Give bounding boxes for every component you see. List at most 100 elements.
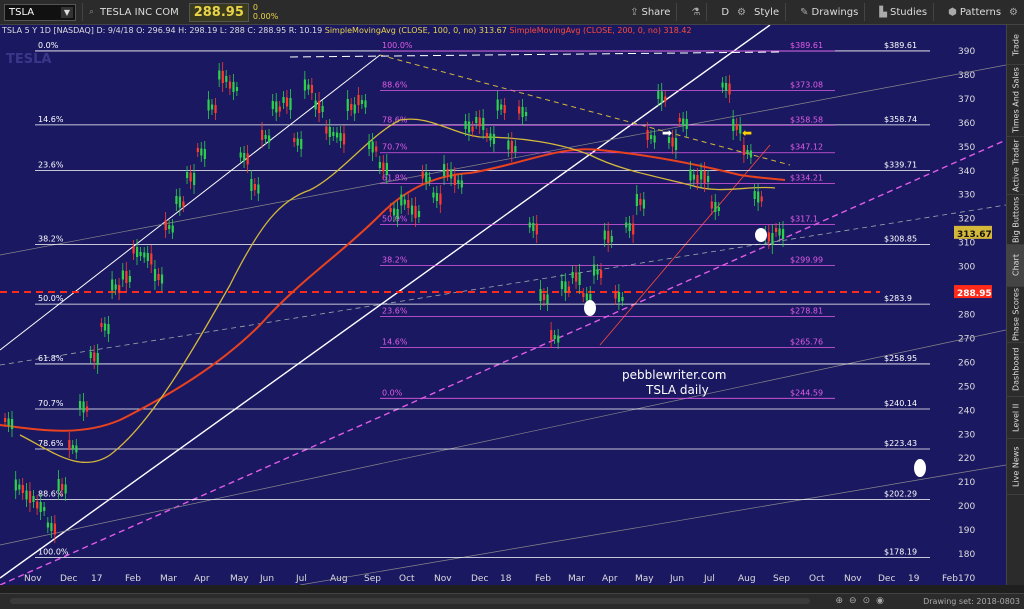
fib-level-price: $373.08	[790, 81, 823, 90]
trendline	[0, 54, 381, 351]
settings-button[interactable]: ⚙	[1009, 7, 1018, 18]
zoom-out-icon[interactable]: ⊖	[849, 596, 857, 606]
chart-canvas[interactable]: TESLA39038037036035034033032031030029028…	[0, 24, 1007, 586]
candle-body	[57, 479, 60, 491]
trendline	[0, 64, 1007, 256]
price-chart[interactable]: TESLA39038037036035034033032031030029028…	[0, 24, 1007, 586]
candle-body	[742, 145, 746, 155]
candle-body	[732, 119, 735, 131]
candle-body	[157, 274, 160, 280]
candle-body	[496, 99, 499, 111]
tab-chart[interactable]: Chart	[1007, 245, 1024, 287]
chart-symbol-period: TSLA 5 Y 1D [NASDAQ]	[2, 26, 94, 35]
tab-times-and-sales[interactable]: Times And Sales	[1007, 65, 1024, 137]
style-label: Style	[753, 6, 780, 18]
fib-level-pct: 38.2%	[38, 234, 64, 243]
zoom-in-icon[interactable]: ⊕	[836, 596, 844, 606]
x-tick-label: 19	[908, 574, 920, 584]
x-tick-label: Jun	[259, 574, 274, 584]
period-label: D	[721, 6, 730, 18]
symbol-input[interactable]: TSLA ▼	[4, 3, 76, 21]
divider	[676, 3, 678, 21]
tab-active-trader[interactable]: Active Trader	[1007, 137, 1024, 195]
tab-big-buttons[interactable]: Big Buttons	[1007, 195, 1024, 245]
tab-live-news[interactable]: Live News	[1007, 439, 1024, 495]
trendline	[299, 464, 1007, 586]
candle-body	[753, 191, 756, 199]
candle-body	[307, 84, 310, 90]
studies-button[interactable]: ▙ Studies	[879, 7, 927, 18]
patterns-label: Patterns	[959, 6, 1002, 18]
x-tick-label: Feb	[535, 574, 551, 584]
candle-body	[61, 484, 64, 490]
fib-level-pct: 70.7%	[38, 399, 64, 408]
candle-body	[582, 293, 585, 297]
candle-body	[11, 419, 14, 429]
candle-body	[525, 112, 528, 116]
chevron-down-icon[interactable]: ▼	[61, 6, 73, 18]
tab-dashboard[interactable]: Dashboard	[1007, 343, 1024, 397]
candle-body	[232, 82, 235, 92]
company-name: TESLA INC COM	[100, 6, 179, 18]
candle-body	[553, 335, 556, 339]
share-button[interactable]: ⇪ Share	[630, 7, 670, 18]
candle-body	[625, 222, 628, 228]
tab-phase-scores[interactable]: Phase Scores	[1007, 287, 1024, 343]
tab-level-ii[interactable]: Level II	[1007, 397, 1024, 439]
candle-body	[50, 523, 53, 531]
candle-body	[571, 272, 574, 278]
y-tick-label: 390	[958, 47, 975, 57]
candle-body	[257, 184, 260, 194]
candle-body	[360, 100, 364, 104]
x-tick-label: Apr	[194, 574, 210, 584]
candle-body	[7, 418, 10, 426]
candle-body	[18, 484, 21, 490]
change-pct: 0.00%	[252, 12, 279, 21]
right-panel-tabs: Trade Times And Sales Active Trader Big But…	[1006, 25, 1024, 585]
period-button[interactable]: D	[721, 7, 729, 18]
fib-level-price: $347.12	[790, 143, 823, 152]
drawings-button[interactable]: ✎ Drawings	[800, 7, 858, 18]
camera-icon[interactable]: ◉	[876, 596, 884, 606]
crosshair-icon[interactable]: ⊙	[863, 596, 871, 606]
gear-button[interactable]: ⚙	[737, 7, 746, 18]
x-tick-label: Aug	[738, 574, 756, 584]
candle-body	[607, 231, 610, 243]
candle-body	[735, 124, 738, 130]
candle-body	[75, 445, 78, 453]
candle-body	[246, 153, 249, 165]
fib-level-pct: 61.8%	[38, 354, 64, 363]
fib-level-pct: 100.0%	[38, 547, 69, 556]
candle-body	[646, 130, 649, 140]
candle-body	[578, 273, 581, 285]
candle-body	[642, 199, 645, 209]
sma100-readout: SimpleMovingAvg (CLOSE, 100, 0, no) 313.…	[324, 26, 507, 35]
y-tick-label: 200	[958, 502, 975, 512]
candle-body	[318, 101, 321, 113]
horizontal-scrollbar[interactable]	[10, 598, 810, 604]
fib-level-price: $202.29	[884, 490, 917, 499]
flask-button[interactable]: ⚗	[691, 7, 700, 18]
candle-body	[289, 98, 292, 110]
candle-body	[682, 118, 685, 126]
x-tick-label: Jun	[669, 574, 684, 584]
y-tick-label: 240	[958, 406, 975, 416]
candle-body	[136, 247, 139, 257]
annotation-text: TSLA daily	[645, 383, 709, 397]
candle-body	[757, 191, 760, 203]
candle-body	[714, 202, 717, 212]
patterns-button[interactable]: ⬢ Patterns	[948, 7, 1001, 18]
candle-body	[628, 223, 631, 231]
candle-body	[560, 281, 564, 289]
candle-body	[325, 126, 328, 134]
candle-body	[550, 330, 553, 340]
candle-body	[760, 196, 763, 202]
candle-body	[564, 281, 567, 293]
tab-trade[interactable]: Trade	[1007, 27, 1024, 65]
flask-icon: ⚗	[691, 6, 701, 18]
candle-body	[603, 230, 606, 240]
info-icon[interactable]: ⌕	[89, 7, 94, 17]
style-button[interactable]: Style	[754, 7, 779, 18]
candle-body	[96, 353, 99, 365]
candle-body	[478, 117, 481, 127]
